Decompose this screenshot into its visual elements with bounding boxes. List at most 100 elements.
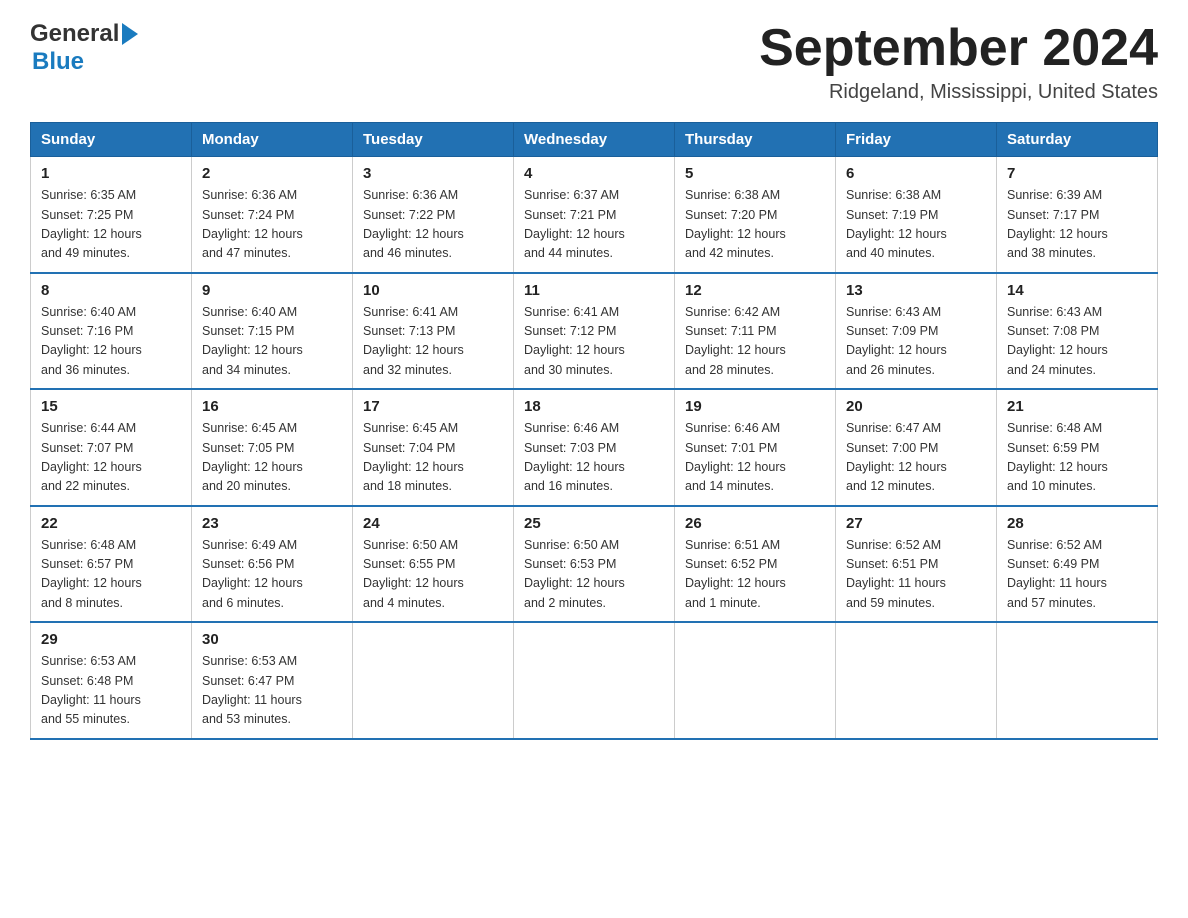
day-info: Sunrise: 6:46 AMSunset: 7:01 PMDaylight:…	[685, 419, 825, 497]
day-info: Sunrise: 6:40 AMSunset: 7:16 PMDaylight:…	[41, 303, 181, 381]
calendar-day-cell: 7 Sunrise: 6:39 AMSunset: 7:17 PMDayligh…	[997, 157, 1158, 273]
day-number: 27	[846, 515, 986, 532]
calendar-day-cell: 17 Sunrise: 6:45 AMSunset: 7:04 PMDaylig…	[353, 389, 514, 506]
calendar-day-cell: 24 Sunrise: 6:50 AMSunset: 6:55 PMDaylig…	[353, 506, 514, 623]
calendar-day-cell: 12 Sunrise: 6:42 AMSunset: 7:11 PMDaylig…	[675, 273, 836, 390]
day-info: Sunrise: 6:52 AMSunset: 6:51 PMDaylight:…	[846, 536, 986, 614]
day-number: 19	[685, 398, 825, 415]
day-info: Sunrise: 6:47 AMSunset: 7:00 PMDaylight:…	[846, 419, 986, 497]
logo-triangle-icon	[122, 23, 138, 45]
day-info: Sunrise: 6:53 AMSunset: 6:47 PMDaylight:…	[202, 652, 342, 730]
calendar-day-cell	[353, 622, 514, 739]
calendar-day-cell	[675, 622, 836, 739]
day-number: 26	[685, 515, 825, 532]
day-number: 21	[1007, 398, 1147, 415]
month-title: September 2024	[759, 20, 1158, 77]
day-info: Sunrise: 6:37 AMSunset: 7:21 PMDaylight:…	[524, 186, 664, 264]
day-info: Sunrise: 6:41 AMSunset: 7:12 PMDaylight:…	[524, 303, 664, 381]
day-number: 13	[846, 282, 986, 299]
calendar-day-cell: 19 Sunrise: 6:46 AMSunset: 7:01 PMDaylig…	[675, 389, 836, 506]
calendar-day-cell: 20 Sunrise: 6:47 AMSunset: 7:00 PMDaylig…	[836, 389, 997, 506]
day-number: 14	[1007, 282, 1147, 299]
day-info: Sunrise: 6:44 AMSunset: 7:07 PMDaylight:…	[41, 419, 181, 497]
calendar-day-cell: 18 Sunrise: 6:46 AMSunset: 7:03 PMDaylig…	[514, 389, 675, 506]
calendar-table: SundayMondayTuesdayWednesdayThursdayFrid…	[30, 122, 1158, 740]
day-info: Sunrise: 6:50 AMSunset: 6:53 PMDaylight:…	[524, 536, 664, 614]
day-number: 1	[41, 165, 181, 182]
day-of-week-header: Tuesday	[353, 123, 514, 157]
day-info: Sunrise: 6:39 AMSunset: 7:17 PMDaylight:…	[1007, 186, 1147, 264]
calendar-day-cell: 13 Sunrise: 6:43 AMSunset: 7:09 PMDaylig…	[836, 273, 997, 390]
day-of-week-header: Saturday	[997, 123, 1158, 157]
day-number: 17	[363, 398, 503, 415]
calendar-day-cell: 14 Sunrise: 6:43 AMSunset: 7:08 PMDaylig…	[997, 273, 1158, 390]
calendar-day-cell: 9 Sunrise: 6:40 AMSunset: 7:15 PMDayligh…	[192, 273, 353, 390]
day-number: 30	[202, 631, 342, 648]
calendar-day-cell: 27 Sunrise: 6:52 AMSunset: 6:51 PMDaylig…	[836, 506, 997, 623]
page-header: General Blue September 2024 Ridgeland, M…	[30, 20, 1158, 104]
calendar-day-cell	[997, 622, 1158, 739]
calendar-day-cell: 16 Sunrise: 6:45 AMSunset: 7:05 PMDaylig…	[192, 389, 353, 506]
day-info: Sunrise: 6:45 AMSunset: 7:04 PMDaylight:…	[363, 419, 503, 497]
logo-general-text: General	[30, 20, 119, 48]
calendar-day-cell: 25 Sunrise: 6:50 AMSunset: 6:53 PMDaylig…	[514, 506, 675, 623]
day-number: 23	[202, 515, 342, 532]
day-number: 15	[41, 398, 181, 415]
calendar-day-cell: 26 Sunrise: 6:51 AMSunset: 6:52 PMDaylig…	[675, 506, 836, 623]
calendar-day-cell: 4 Sunrise: 6:37 AMSunset: 7:21 PMDayligh…	[514, 157, 675, 273]
day-info: Sunrise: 6:53 AMSunset: 6:48 PMDaylight:…	[41, 652, 181, 730]
day-info: Sunrise: 6:36 AMSunset: 7:24 PMDaylight:…	[202, 186, 342, 264]
calendar-week-row: 29 Sunrise: 6:53 AMSunset: 6:48 PMDaylig…	[31, 622, 1158, 739]
calendar-day-cell: 29 Sunrise: 6:53 AMSunset: 6:48 PMDaylig…	[31, 622, 192, 739]
calendar-day-cell: 1 Sunrise: 6:35 AMSunset: 7:25 PMDayligh…	[31, 157, 192, 273]
day-of-week-header: Wednesday	[514, 123, 675, 157]
day-number: 2	[202, 165, 342, 182]
day-number: 22	[41, 515, 181, 532]
calendar-day-cell: 30 Sunrise: 6:53 AMSunset: 6:47 PMDaylig…	[192, 622, 353, 739]
day-number: 6	[846, 165, 986, 182]
day-info: Sunrise: 6:40 AMSunset: 7:15 PMDaylight:…	[202, 303, 342, 381]
day-info: Sunrise: 6:51 AMSunset: 6:52 PMDaylight:…	[685, 536, 825, 614]
calendar-day-cell	[836, 622, 997, 739]
day-number: 25	[524, 515, 664, 532]
day-info: Sunrise: 6:35 AMSunset: 7:25 PMDaylight:…	[41, 186, 181, 264]
calendar-day-cell: 3 Sunrise: 6:36 AMSunset: 7:22 PMDayligh…	[353, 157, 514, 273]
day-number: 4	[524, 165, 664, 182]
day-number: 20	[846, 398, 986, 415]
calendar-day-cell: 22 Sunrise: 6:48 AMSunset: 6:57 PMDaylig…	[31, 506, 192, 623]
day-info: Sunrise: 6:41 AMSunset: 7:13 PMDaylight:…	[363, 303, 503, 381]
day-number: 3	[363, 165, 503, 182]
day-info: Sunrise: 6:48 AMSunset: 6:59 PMDaylight:…	[1007, 419, 1147, 497]
calendar-week-row: 15 Sunrise: 6:44 AMSunset: 7:07 PMDaylig…	[31, 389, 1158, 506]
logo-blue-text: Blue	[32, 48, 84, 75]
calendar-day-cell: 15 Sunrise: 6:44 AMSunset: 7:07 PMDaylig…	[31, 389, 192, 506]
calendar-week-row: 1 Sunrise: 6:35 AMSunset: 7:25 PMDayligh…	[31, 157, 1158, 273]
day-info: Sunrise: 6:45 AMSunset: 7:05 PMDaylight:…	[202, 419, 342, 497]
day-number: 24	[363, 515, 503, 532]
logo: General Blue	[30, 20, 138, 76]
day-number: 16	[202, 398, 342, 415]
day-info: Sunrise: 6:36 AMSunset: 7:22 PMDaylight:…	[363, 186, 503, 264]
calendar-day-cell: 8 Sunrise: 6:40 AMSunset: 7:16 PMDayligh…	[31, 273, 192, 390]
calendar-day-cell: 10 Sunrise: 6:41 AMSunset: 7:13 PMDaylig…	[353, 273, 514, 390]
day-info: Sunrise: 6:38 AMSunset: 7:20 PMDaylight:…	[685, 186, 825, 264]
calendar-day-cell: 6 Sunrise: 6:38 AMSunset: 7:19 PMDayligh…	[836, 157, 997, 273]
calendar-day-cell: 2 Sunrise: 6:36 AMSunset: 7:24 PMDayligh…	[192, 157, 353, 273]
day-number: 11	[524, 282, 664, 299]
calendar-day-cell: 11 Sunrise: 6:41 AMSunset: 7:12 PMDaylig…	[514, 273, 675, 390]
day-info: Sunrise: 6:50 AMSunset: 6:55 PMDaylight:…	[363, 536, 503, 614]
title-block: September 2024 Ridgeland, Mississippi, U…	[759, 20, 1158, 104]
day-info: Sunrise: 6:46 AMSunset: 7:03 PMDaylight:…	[524, 419, 664, 497]
day-number: 12	[685, 282, 825, 299]
day-number: 18	[524, 398, 664, 415]
day-info: Sunrise: 6:52 AMSunset: 6:49 PMDaylight:…	[1007, 536, 1147, 614]
day-of-week-header: Monday	[192, 123, 353, 157]
day-number: 28	[1007, 515, 1147, 532]
day-info: Sunrise: 6:38 AMSunset: 7:19 PMDaylight:…	[846, 186, 986, 264]
day-info: Sunrise: 6:49 AMSunset: 6:56 PMDaylight:…	[202, 536, 342, 614]
day-of-week-header: Friday	[836, 123, 997, 157]
calendar-week-row: 8 Sunrise: 6:40 AMSunset: 7:16 PMDayligh…	[31, 273, 1158, 390]
day-number: 10	[363, 282, 503, 299]
calendar-day-cell: 23 Sunrise: 6:49 AMSunset: 6:56 PMDaylig…	[192, 506, 353, 623]
calendar-day-cell	[514, 622, 675, 739]
